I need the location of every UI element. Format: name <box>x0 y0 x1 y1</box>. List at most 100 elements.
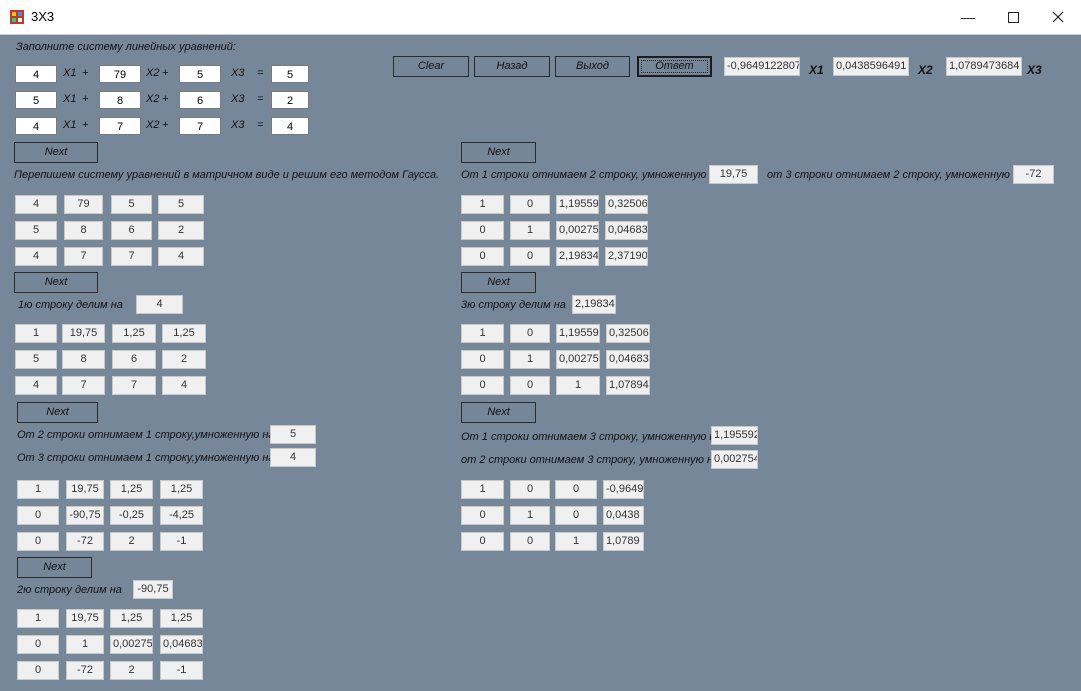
matrix2-cell: 19,75 <box>66 480 104 499</box>
step2-text-b: От 3 строки отнимаем 1 строку,умноженную… <box>17 452 275 464</box>
step4-multiplier-b: -72 <box>1013 165 1054 184</box>
matrix3-cell: 1,25 <box>160 609 203 628</box>
matrix2-cell: -0,25 <box>110 506 153 525</box>
next-button-step4[interactable]: Next <box>461 142 536 163</box>
step6-text-b: от 2 строки отнимаем 3 строку, умноженну… <box>461 454 720 466</box>
x2-label: X2 <box>146 93 160 105</box>
eq3-a3-input[interactable]: 7 <box>179 117 221 135</box>
matrix1-cell: 5 <box>15 350 57 369</box>
answer-x1-field[interactable]: -0,9649122807 <box>724 57 800 76</box>
eq2-a2-input[interactable]: 8 <box>99 91 141 109</box>
matrix3-cell: -72 <box>66 661 104 680</box>
matrix2-cell: 1,25 <box>110 480 153 499</box>
matrix1-cell: 7 <box>112 376 156 395</box>
matrix5-cell: 1,19559 <box>556 324 600 343</box>
clear-button[interactable]: Clear <box>393 56 469 77</box>
matrix1-cell: 1,25 <box>112 324 156 343</box>
matrix4-cell: 0,00275 <box>556 221 599 240</box>
eq1-a3-input[interactable]: 5 <box>179 65 221 83</box>
matrix4-cell: 0 <box>510 195 550 214</box>
eq3-b-input[interactable]: 4 <box>271 117 309 135</box>
step6-text-a: От 1 строки отнимаем 3 строку, умноженну… <box>461 431 722 443</box>
next-button-step5[interactable]: Next <box>461 272 536 293</box>
x1-label: X1 <box>63 119 77 131</box>
matrix2-cell: 1,25 <box>160 480 203 499</box>
matrix1-cell: 6 <box>112 350 156 369</box>
answer-x1-label: X1 <box>809 63 824 77</box>
title-bar: 3X3 — <box>0 0 1081 35</box>
matrix6-cell: 1 <box>555 532 597 551</box>
close-button[interactable] <box>1035 0 1081 34</box>
back-button[interactable]: Назад <box>474 56 550 77</box>
minimize-button[interactable]: — <box>945 0 991 34</box>
next-button-step2[interactable]: Next <box>17 402 98 423</box>
matrix3-cell: 1 <box>17 609 59 628</box>
matrix3-cell: 1 <box>66 635 104 654</box>
matrix5-cell: 1 <box>461 324 504 343</box>
equals-label: = <box>257 93 264 105</box>
equals-label: = <box>257 67 264 79</box>
answer-button[interactable]: Ответ <box>637 56 712 77</box>
eq3-a1-input[interactable]: 4 <box>15 117 57 135</box>
step4-multiplier-a: 19,75 <box>709 165 758 184</box>
answer-x3-field[interactable]: 1,0789473684 <box>946 57 1022 76</box>
matrix5-cell: 1,07894 <box>606 376 650 395</box>
x3-label: X3 <box>231 67 245 79</box>
x1-label: X1 <box>63 93 77 105</box>
x2-label: X2 <box>146 119 160 131</box>
plus-label: + <box>162 93 169 105</box>
window-title: 3X3 <box>31 9 55 24</box>
matrix6-cell: 1 <box>510 506 550 525</box>
exit-button[interactable]: Выход <box>555 56 630 77</box>
matrix1-cell: 4 <box>15 376 57 395</box>
matrix0-cell: 4 <box>15 247 57 266</box>
matrix0-cell: 79 <box>64 195 103 214</box>
step6-multiplier-a: 1,195592 <box>711 426 758 445</box>
matrix2-cell: 0 <box>17 506 59 525</box>
matrix6-cell: 1,0789 <box>603 532 644 551</box>
eq2-a1-input[interactable]: 5 <box>15 91 57 109</box>
matrix5-cell: 0,04683 <box>606 350 650 369</box>
plus-label: + <box>82 119 89 131</box>
next-button-step6[interactable]: Next <box>461 402 536 423</box>
matrix2-cell: 0 <box>17 532 59 551</box>
matrix4-cell: 1 <box>461 195 504 214</box>
next-button-step1[interactable]: Next <box>14 272 98 293</box>
matrix5-cell: 1 <box>556 376 600 395</box>
matrix6-cell: 0 <box>555 506 597 525</box>
eq2-a3-input[interactable]: 6 <box>179 91 221 109</box>
step2-multiplier-b: 4 <box>270 448 316 467</box>
plus-label: + <box>82 93 89 105</box>
matrix5-cell: 0 <box>510 324 550 343</box>
matrix4-cell: 2,19834 <box>556 247 599 266</box>
next-button-step0[interactable]: Next <box>14 142 98 163</box>
eq2-b-input[interactable]: 2 <box>271 91 309 109</box>
x3-label: X3 <box>231 119 245 131</box>
matrix3-cell: 2 <box>110 661 153 680</box>
matrix0-cell: 7 <box>111 247 152 266</box>
matrix6-cell: 0 <box>461 506 504 525</box>
eq1-a2-input[interactable]: 79 <box>99 65 141 83</box>
matrix0-cell: 7 <box>64 247 103 266</box>
next-button-step3[interactable]: Next <box>17 557 92 578</box>
matrix0-cell: 8 <box>64 221 103 240</box>
eq1-b-input[interactable]: 5 <box>271 65 309 83</box>
plus-label: + <box>82 67 89 79</box>
eq1-a1-input[interactable]: 4 <box>15 65 57 83</box>
answer-x3-label: X3 <box>1027 63 1042 77</box>
matrix1-cell: 1,25 <box>162 324 206 343</box>
step5-text: 3ю строку делим на <box>461 299 566 311</box>
eq3-a2-input[interactable]: 7 <box>99 117 141 135</box>
matrix4-cell: 0,04683 <box>605 221 648 240</box>
step6-multiplier-b: 0,002754 <box>711 450 758 469</box>
matrix2-cell: 1 <box>17 480 59 499</box>
answer-x2-field[interactable]: 0,0438596491 <box>833 57 909 76</box>
matrix5-cell: 0,32506 <box>606 324 650 343</box>
close-icon <box>1052 11 1064 23</box>
matrix4-cell: 2,37190 <box>605 247 648 266</box>
prompt-label: Заполните систему линейных уравнений: <box>16 41 236 53</box>
maximize-button[interactable] <box>990 0 1036 34</box>
matrix0-cell: 4 <box>158 247 204 266</box>
matrix4-cell: 0,32506 <box>605 195 648 214</box>
app-icon <box>10 10 24 24</box>
